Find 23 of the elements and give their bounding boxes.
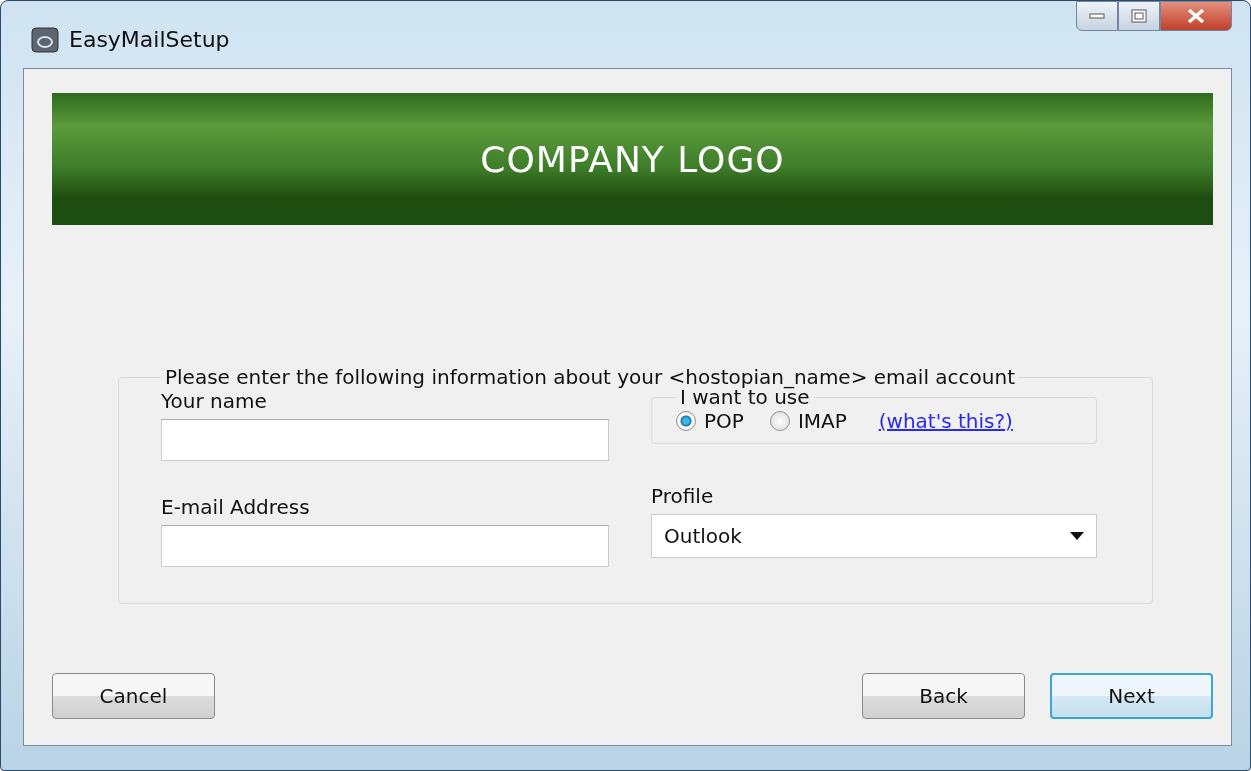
- group-legend: Please enter the following information about your <hostopian_name> email account: [161, 365, 1019, 389]
- input-field[interactable]: [161, 525, 609, 567]
- field-label: Your name: [161, 389, 267, 413]
- maximize-button[interactable]: [1118, 1, 1160, 31]
- minimize-icon: [1089, 12, 1105, 20]
- close-icon: [1186, 8, 1206, 24]
- minimize-button[interactable]: [1076, 1, 1118, 31]
- caret-icon: [1070, 532, 1084, 540]
- dialog-button[interactable]: Back: [862, 673, 1025, 719]
- window-title: EasyMailSetup: [69, 27, 230, 52]
- help-link[interactable]: (what's this?): [878, 409, 1013, 433]
- dialog-button[interactable]: Cancel: [52, 673, 215, 719]
- company-logo-text: COMPANY LOGO: [480, 138, 785, 180]
- field-label: Profile: [651, 484, 714, 508]
- field-label: E-mail Address: [161, 495, 310, 519]
- app-icon: [31, 26, 59, 53]
- maximize-icon: [1131, 9, 1147, 23]
- profile-dropdown[interactable]: Outlook: [651, 514, 1097, 558]
- dialog-button[interactable]: Next: [1050, 673, 1213, 719]
- radio-option[interactable]: IMAP: [769, 409, 847, 433]
- input-field[interactable]: [161, 419, 609, 461]
- radio-option[interactable]: POP: [676, 409, 744, 433]
- close-button[interactable]: [1160, 1, 1232, 31]
